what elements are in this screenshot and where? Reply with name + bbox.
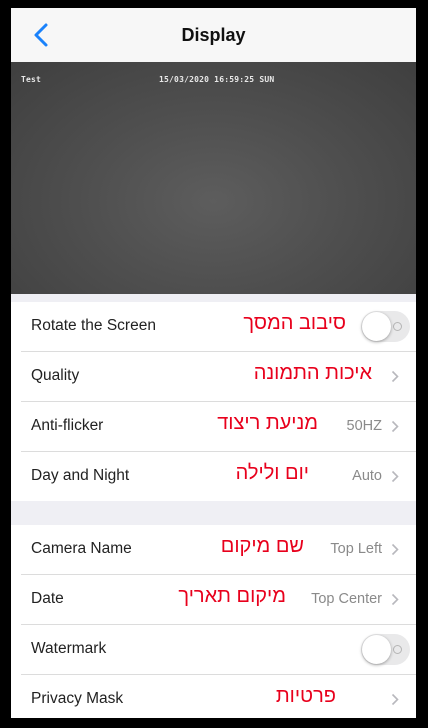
setting-value: Top Left [330, 541, 382, 557]
setting-label: Privacy Mask [31, 690, 124, 707]
camera-preview[interactable]: Test 15/03/2020 16:59:25 SUN [11, 62, 416, 294]
setting-row-date[interactable]: Date מיקום תאריך Top Center [21, 575, 416, 625]
hebrew-annotation: איכות התמונה [253, 362, 372, 384]
hebrew-annotation: מיקום תאריך [178, 585, 286, 607]
chevron-right-icon [391, 420, 399, 433]
rotate-screen-toggle[interactable] [361, 311, 410, 342]
setting-label: Day and Night [31, 467, 130, 484]
setting-value: Top Center [311, 591, 382, 607]
osd-datetime: 15/03/2020 16:59:25 SUN [159, 75, 275, 84]
setting-row-privacy-mask[interactable]: Privacy Mask פרטיות [21, 675, 416, 718]
toggle-knob [362, 635, 391, 664]
setting-value: Auto [352, 468, 382, 484]
setting-row-rotate-screen[interactable]: Rotate the Screen סיבוב המסך [21, 302, 416, 352]
setting-label: Watermark [31, 640, 107, 657]
chevron-right-icon [391, 370, 399, 383]
chevron-right-icon [391, 470, 399, 483]
setting-row-day-night[interactable]: Day and Night יום ולילה Auto [21, 452, 416, 501]
hebrew-annotation: שם מיקום [220, 535, 304, 557]
setting-label: Date [31, 590, 64, 607]
setting-label: Anti-flicker [31, 417, 104, 434]
settings-group-overlay: Camera Name שם מיקום Top Left Date מיקום… [11, 525, 416, 718]
app-screen: Display Test 15/03/2020 16:59:25 SUN Rot… [11, 8, 416, 718]
setting-row-watermark[interactable]: Watermark [21, 625, 416, 675]
setting-row-anti-flicker[interactable]: Anti-flicker מניעת ריצוד 50HZ [21, 402, 416, 452]
setting-label: Camera Name [31, 540, 132, 557]
chevron-right-icon [391, 593, 399, 606]
toggle-off-indicator [393, 645, 402, 654]
toggle-off-indicator [393, 322, 402, 331]
watermark-toggle[interactable] [361, 634, 410, 665]
chevron-right-icon [391, 543, 399, 556]
hebrew-annotation: יום ולילה [235, 462, 309, 484]
setting-label: Quality [31, 367, 80, 384]
hebrew-annotation: פרטיות [275, 685, 336, 707]
chevron-right-icon [391, 693, 399, 706]
settings-group-image: Rotate the Screen סיבוב המסך Quality איכ… [11, 302, 416, 501]
setting-row-camera-name[interactable]: Camera Name שם מיקום Top Left [21, 525, 416, 575]
setting-value: 50HZ [346, 418, 382, 434]
hebrew-annotation: סיבוב המסך [243, 312, 346, 334]
setting-label: Rotate the Screen [31, 317, 156, 334]
setting-row-quality[interactable]: Quality איכות התמונה [21, 352, 416, 402]
hebrew-annotation: מניעת ריצוד [217, 412, 318, 434]
navigation-bar: Display [11, 8, 416, 62]
toggle-knob [362, 312, 391, 341]
osd-camera-name: Test [21, 75, 42, 84]
page-title: Display [181, 25, 246, 45]
